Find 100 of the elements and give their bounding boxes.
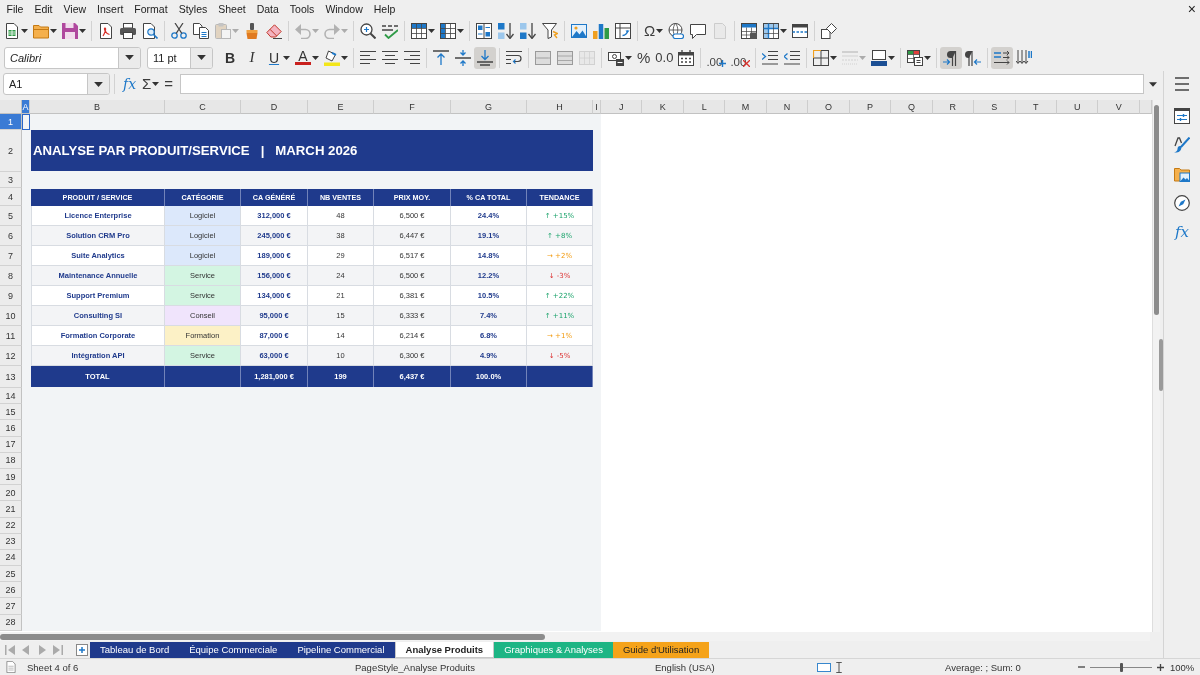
caret-icon[interactable] [656, 28, 664, 33]
menu-item[interactable]: Insert [91, 2, 129, 15]
menu-item[interactable]: View [58, 2, 92, 15]
font-size-field[interactable]: 11 pt [147, 46, 213, 69]
image-icon[interactable] [571, 22, 587, 39]
merge-cells-icon[interactable] [557, 49, 573, 66]
formula-button[interactable]: = [164, 75, 174, 93]
horizontal-text-button[interactable] [991, 46, 1014, 69]
add-sheet-icon[interactable] [76, 643, 88, 656]
row-header[interactable]: 9 [0, 286, 22, 306]
currency-format-icon[interactable] [608, 49, 624, 66]
left-to-right-button[interactable] [940, 46, 963, 69]
row-header[interactable]: 7 [0, 246, 22, 266]
calendar-icon[interactable] [678, 49, 695, 66]
column-header[interactable]: K [642, 100, 684, 114]
decrease-indent-icon[interactable] [784, 49, 801, 66]
gallery-icon[interactable] [1174, 165, 1190, 182]
column-header[interactable]: N [766, 100, 809, 114]
scrollbar-thumb[interactable] [1154, 105, 1159, 315]
dropdown-button[interactable] [190, 47, 212, 68]
row-header[interactable]: 1 [0, 114, 22, 130]
sidebar-collapse-handle[interactable] [1159, 339, 1163, 391]
caret-icon[interactable] [780, 28, 788, 33]
document-status-icon[interactable] [5, 661, 17, 673]
menu-item[interactable]: Window [319, 2, 369, 15]
row-header[interactable]: 6 [0, 226, 22, 246]
highlighter-icon[interactable] [324, 49, 340, 66]
caret-icon[interactable] [79, 28, 86, 33]
column-header[interactable]: T [1015, 100, 1057, 114]
column-header[interactable]: C [165, 100, 241, 114]
align-center-icon[interactable] [382, 49, 398, 66]
pdf-document-icon[interactable] [98, 22, 114, 39]
shapes-icon[interactable] [821, 22, 838, 39]
wrap-text-icon[interactable] [506, 49, 522, 66]
align-bottom-button[interactable] [474, 46, 496, 69]
caret-icon[interactable] [125, 55, 134, 60]
printer-icon[interactable] [120, 22, 136, 39]
paintbrush-icon[interactable] [244, 22, 260, 39]
scissors-icon[interactable] [171, 22, 187, 39]
row-header[interactable]: 3 [0, 172, 22, 188]
scrollbar-thumb[interactable] [0, 632, 545, 641]
caret-icon[interactable] [312, 55, 319, 60]
menu-icon[interactable] [1174, 76, 1190, 92]
pivot-table-icon[interactable] [615, 22, 631, 39]
function-wizard-button[interactable]: fx [123, 76, 137, 92]
borders-icon[interactable] [813, 49, 830, 66]
column-header[interactable]: R [932, 100, 975, 114]
table-rows-icon[interactable] [411, 22, 427, 39]
caret-icon[interactable] [94, 81, 103, 87]
zoom-in-icon[interactable] [1157, 663, 1164, 671]
italic-button[interactable]: I [241, 46, 263, 69]
print-preview-icon[interactable] [142, 22, 158, 39]
zoom-level-text[interactable]: 100% [1170, 661, 1195, 673]
column-header[interactable]: B [30, 100, 165, 114]
sheet-tab[interactable]: Analyse Produits [394, 641, 495, 658]
menu-item[interactable]: File [1, 2, 29, 15]
align-right-icon[interactable] [404, 49, 420, 66]
special-character-button[interactable]: Ω [644, 21, 656, 40]
sort-icon[interactable] [476, 22, 492, 39]
print-range-icon[interactable] [741, 22, 758, 39]
menu-item[interactable]: Edit [28, 2, 58, 15]
row-header[interactable]: 5 [0, 206, 22, 226]
caret-icon[interactable] [457, 28, 464, 33]
bar-chart-icon[interactable] [593, 22, 609, 39]
split-window-icon[interactable] [792, 22, 809, 39]
properties-icon[interactable] [1174, 107, 1190, 124]
name-box[interactable]: A1 [3, 73, 110, 95]
find-replace-icon[interactable] [360, 22, 376, 39]
compass-icon[interactable] [1174, 194, 1190, 211]
underline-button[interactable]: U [263, 46, 285, 69]
row-header[interactable]: 16 [0, 420, 22, 437]
menu-item[interactable]: Tools [284, 2, 320, 15]
percent-format-button[interactable]: % [637, 48, 651, 67]
formula-input-field[interactable] [180, 74, 1144, 94]
increase-indent-icon[interactable] [762, 49, 779, 66]
row-header[interactable]: 21 [0, 501, 22, 518]
sheet-tab[interactable]: Pipeline Commercial [287, 641, 395, 658]
caret-icon[interactable] [924, 55, 932, 60]
caret-icon[interactable] [888, 55, 896, 60]
row-header[interactable]: 27 [0, 598, 22, 615]
caret-icon[interactable] [21, 28, 28, 33]
column-header[interactable]: V [1098, 100, 1140, 114]
column-header[interactable]: E [308, 100, 374, 114]
caret-icon[interactable] [197, 55, 206, 60]
column-header[interactable]: U [1057, 100, 1099, 114]
menu-item[interactable]: Styles [173, 2, 213, 15]
caret-icon[interactable] [625, 55, 632, 60]
column-header[interactable]: M [725, 100, 767, 114]
freeze-panes-icon[interactable] [763, 22, 780, 39]
column-header[interactable]: G [451, 100, 527, 114]
sheet-tab[interactable]: Équipe Commerciale [179, 641, 288, 658]
menu-item[interactable]: Format [128, 2, 174, 15]
row-header[interactable]: 10 [0, 306, 22, 326]
sort-ascending-icon[interactable] [498, 22, 514, 39]
spellcheck-icon[interactable] [382, 22, 398, 39]
spreadsheet-document-icon[interactable] [4, 22, 20, 39]
sum-button[interactable]: Σ [142, 75, 152, 93]
funnel-icon[interactable] [542, 22, 558, 39]
column-header[interactable]: F [374, 100, 451, 114]
row-header[interactable]: 20 [0, 485, 22, 502]
